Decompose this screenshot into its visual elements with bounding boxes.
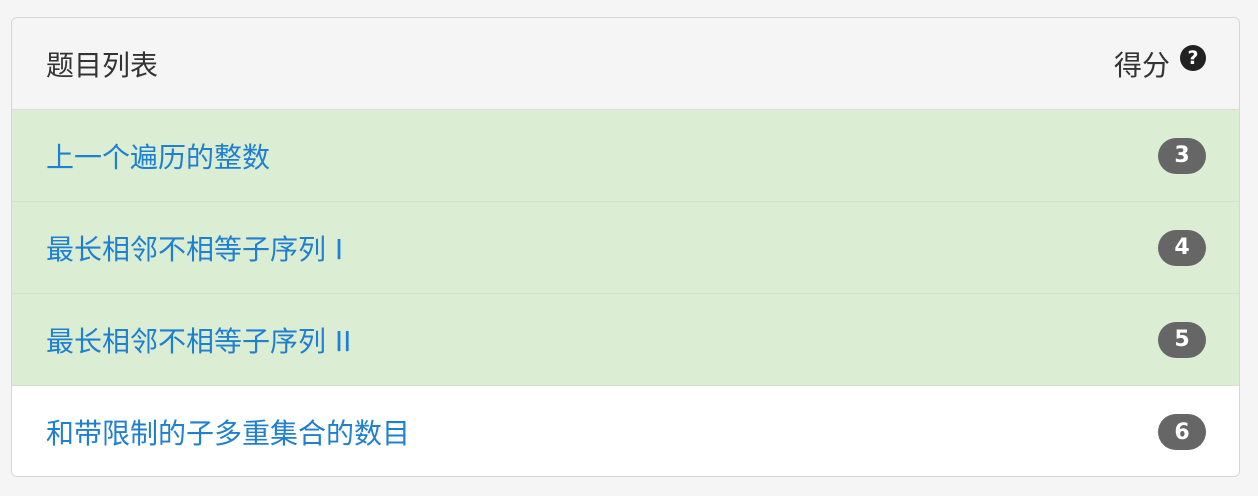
- score-badge: 5: [1158, 321, 1206, 358]
- help-icon[interactable]: ?: [1180, 44, 1206, 71]
- problem-row: 最长相邻不相等子序列 I 4: [12, 202, 1239, 294]
- score-label: 得分: [1113, 48, 1170, 82]
- problem-link[interactable]: 最长相邻不相等子序列 II: [46, 320, 351, 360]
- problem-list-panel: 题目列表 得分 ? 上一个遍历的整数 3 最长相邻不相等子序列 I 4 最长相邻…: [11, 17, 1240, 477]
- problem-row: 上一个遍历的整数 3: [12, 110, 1239, 202]
- problem-link[interactable]: 最长相邻不相等子序列 I: [46, 228, 343, 268]
- problem-list-title: 题目列表: [46, 48, 159, 82]
- score-badge: 4: [1158, 229, 1206, 266]
- problem-row: 和带限制的子多重集合的数目 6: [12, 386, 1239, 476]
- problem-row: 最长相邻不相等子序列 II 5: [12, 294, 1239, 386]
- problem-link[interactable]: 和带限制的子多重集合的数目: [46, 412, 410, 452]
- panel-header: 题目列表 得分 ?: [12, 18, 1239, 110]
- problem-link[interactable]: 上一个遍历的整数: [46, 136, 270, 176]
- score-badge: 6: [1158, 414, 1206, 450]
- score-header: 得分 ?: [1114, 44, 1206, 84]
- score-badge: 3: [1158, 137, 1206, 174]
